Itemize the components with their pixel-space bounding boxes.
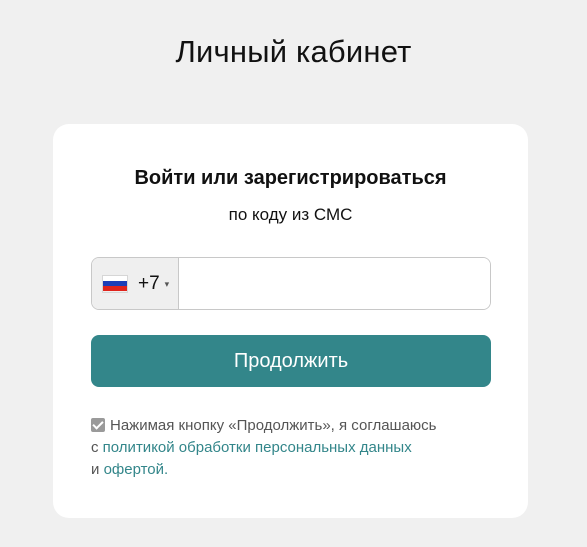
phone-input[interactable] [179,258,490,309]
phone-field: +7 ▾ [91,257,491,310]
privacy-policy-link[interactable]: политикой обработки персональных данных [103,439,412,456]
russia-flag-icon [102,274,128,293]
dial-code: +7 [138,272,160,294]
consent-line1: Нажимая кнопку «Продолжить», я соглашаюс… [110,417,437,434]
consent-period: . [164,461,169,478]
consent-line3-prefix: и [91,461,100,478]
card-title: Войти или зарегистрироваться [134,167,447,189]
continue-button[interactable]: Продолжить [91,335,491,387]
card-subtitle: по коду из СМС [228,205,353,224]
consent-line2-prefix: с [91,439,99,456]
consent-text: Нажимая кнопку «Продолжить», я соглашаюс… [91,415,491,481]
consent-checkbox[interactable] [91,418,105,432]
country-code-select[interactable]: +7 ▾ [92,258,179,309]
login-card: Войти или зарегистрироваться по коду из … [53,124,528,518]
page-title: Личный кабинет [175,34,412,69]
offer-link[interactable]: офертой [104,461,164,478]
chevron-down-icon: ▾ [164,279,170,289]
